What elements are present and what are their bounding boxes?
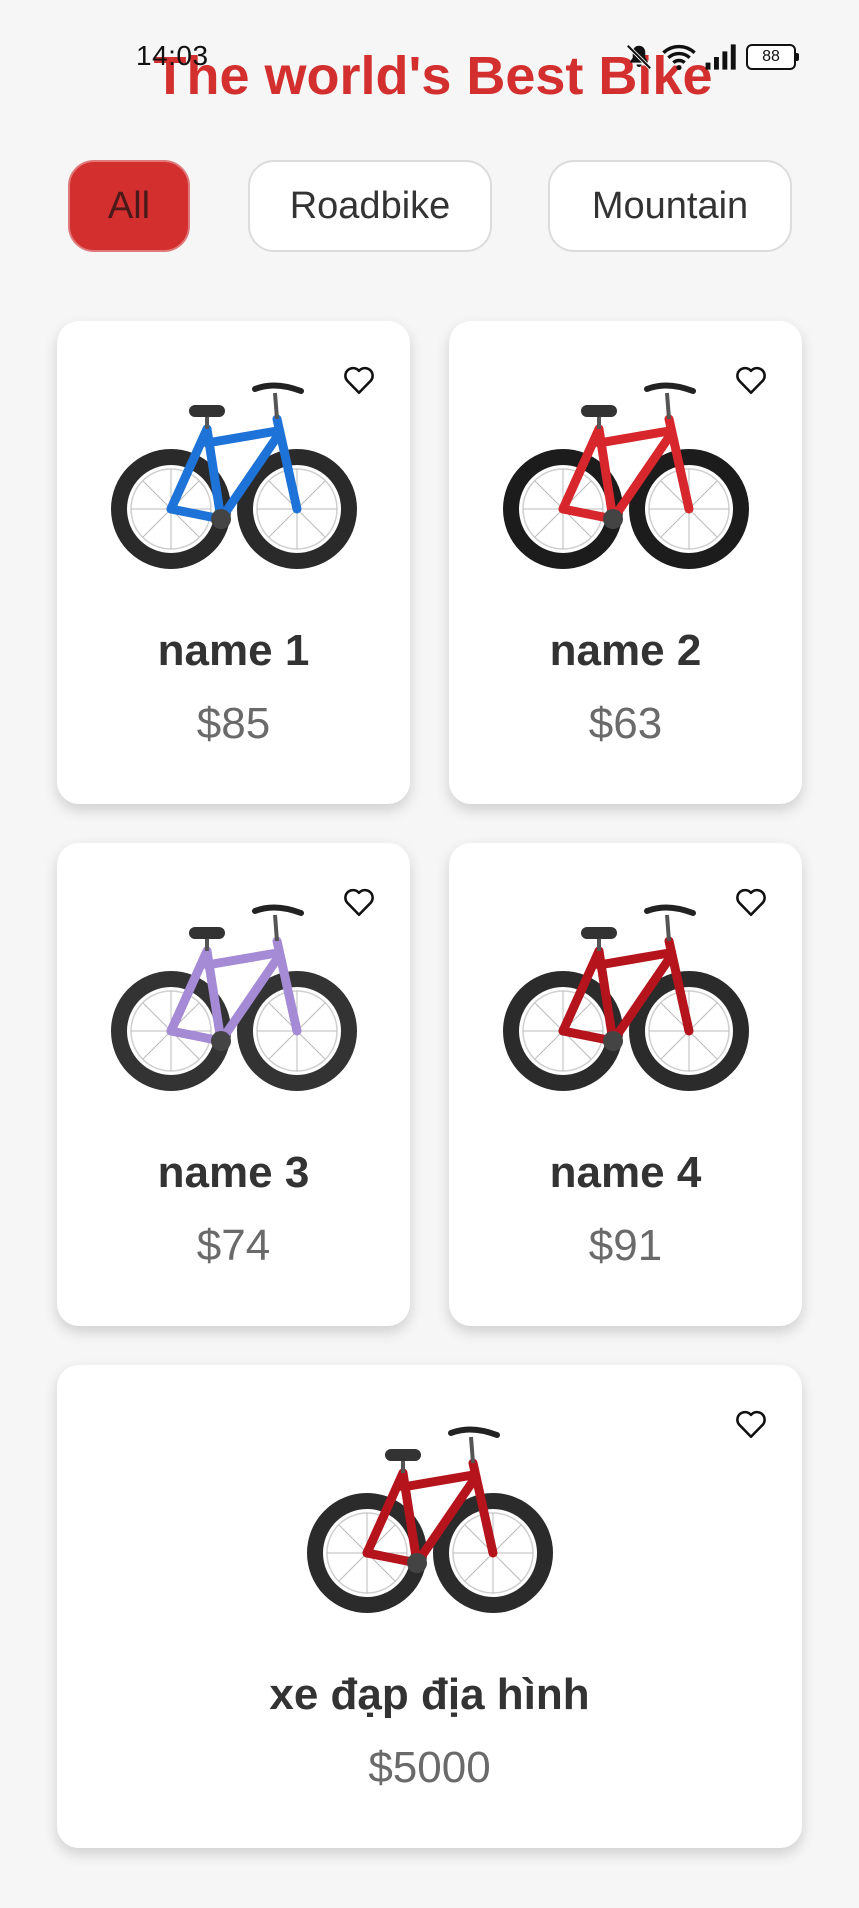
product-card[interactable]: name 4 $91: [449, 843, 802, 1326]
product-price: $85: [196, 699, 271, 748]
filter-chip-mountain[interactable]: Mountain: [548, 160, 792, 252]
wifi-icon: [662, 44, 696, 71]
product-name: name 1: [157, 626, 310, 675]
product-price: $63: [588, 699, 663, 748]
product-card[interactable]: xe đạp địa hình $5000: [57, 1365, 802, 1848]
bike-image: [109, 881, 359, 1113]
bike-image: [501, 359, 751, 591]
filter-chip-all[interactable]: All: [68, 160, 190, 252]
bike-image: [305, 1403, 555, 1635]
product-name: xe đạp địa hình: [269, 1670, 590, 1719]
signal-icon: [705, 44, 736, 70]
product-card[interactable]: name 1 $85: [57, 321, 410, 804]
bike-image: [501, 881, 751, 1113]
battery-level: 88: [746, 44, 796, 70]
product-card[interactable]: name 2 $63: [449, 321, 802, 804]
product-name: name 4: [549, 1148, 702, 1197]
battery-icon: 88: [746, 44, 799, 70]
mute-bell-icon: [626, 44, 652, 70]
product-price: $5000: [368, 1743, 491, 1792]
product-price: $91: [588, 1221, 663, 1270]
product-name: name 3: [157, 1148, 310, 1197]
product-name: name 2: [549, 626, 702, 675]
favorite-heart-icon[interactable]: [734, 1407, 768, 1441]
filter-chip-roadbike[interactable]: Roadbike: [248, 160, 492, 252]
product-price: $74: [196, 1221, 271, 1270]
bike-image: [109, 359, 359, 591]
status-time: 14:03: [136, 40, 209, 71]
status-icons: 88: [624, 40, 799, 74]
product-card[interactable]: name 3 $74: [57, 843, 410, 1326]
